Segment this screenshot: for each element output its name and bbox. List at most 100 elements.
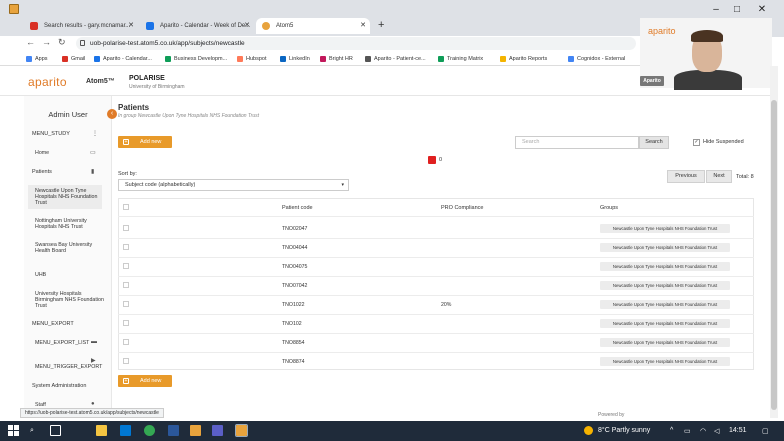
patient-code[interactable]: TNO1022 (282, 302, 305, 308)
app-window-icon[interactable] (190, 425, 201, 436)
bookmark-label: Aparito Reports (509, 56, 548, 62)
maximize-icon[interactable]: □ (727, 2, 747, 18)
wifi-icon[interactable]: ◠ (700, 427, 706, 435)
row-checkbox[interactable] (123, 225, 129, 231)
bookmark-item[interactable]: Business Developm... (165, 54, 227, 64)
file-explorer-icon[interactable] (96, 425, 107, 436)
sidebar-item-site-newcastle[interactable]: Newcastle Upon Tyne Hospitals NHS Founda… (28, 185, 102, 209)
collapse-sidebar-icon[interactable]: ‹ (107, 109, 117, 119)
back-icon[interactable]: ← (26, 37, 35, 47)
row-checkbox[interactable] (123, 320, 129, 326)
more-vertical-icon[interactable]: ⋮ (92, 130, 98, 137)
clock-time[interactable]: 14:51 (729, 427, 747, 434)
weather-text[interactable]: 8°C Partly sunny (598, 427, 650, 434)
bookmark-item[interactable]: Cognidox - External (568, 54, 625, 64)
add-new-button[interactable]: + Add new (118, 136, 172, 148)
active-app-icon[interactable] (235, 424, 248, 437)
tab-atom5[interactable]: Atom5 ✕ (256, 18, 370, 34)
windows-start-icon[interactable] (8, 425, 19, 436)
chrome-icon[interactable] (144, 425, 155, 436)
notifications-icon[interactable]: ▢ (762, 427, 769, 435)
sidebar-item-site-uhb-trust[interactable]: University Hospitals Birmingham NHS Foun… (35, 291, 105, 309)
select-all-checkbox[interactable] (123, 204, 129, 210)
column-header-groups[interactable]: Groups (600, 205, 618, 211)
bookmark-item[interactable]: Hubspot (237, 54, 267, 64)
bookmark-item[interactable]: Aparito - Patient-ce... (365, 54, 426, 64)
bookmark-icon (237, 56, 243, 62)
forward-icon[interactable]: → (42, 37, 51, 47)
sidebar-menu-study[interactable]: MENU_STUDY (32, 131, 70, 137)
column-header-pro-compliance[interactable]: PRO Compliance (441, 205, 484, 211)
patient-code[interactable]: TNO04075 (282, 264, 307, 270)
patient-code[interactable]: TNO8854 (282, 340, 305, 346)
person-hair (691, 30, 723, 42)
search-input[interactable]: Search (515, 136, 639, 149)
bookmark-label: Apps (35, 56, 48, 62)
row-checkbox[interactable] (123, 301, 129, 307)
row-checkbox[interactable] (123, 358, 129, 364)
sidebar-item-patients[interactable]: Patients (32, 169, 52, 175)
patient-code[interactable]: TNO8874 (282, 359, 305, 365)
row-divider (118, 314, 754, 315)
row-checkbox[interactable] (123, 263, 129, 269)
tray-chevron-icon[interactable]: ^ (670, 427, 673, 434)
sidebar-item-site-uhb[interactable]: UHB (35, 272, 105, 278)
patient-code[interactable]: TNO02047 (282, 226, 307, 232)
bookmark-item[interactable]: Aparito Reports (500, 54, 547, 64)
teams-icon[interactable] (212, 425, 223, 436)
search-icon[interactable]: ⌕ (30, 427, 34, 435)
bookmark-label: Bright HR (329, 56, 353, 62)
bookmark-item[interactable]: Aparito - Calendar... (94, 54, 152, 64)
search-button[interactable]: Search (639, 136, 669, 149)
word-icon[interactable] (168, 425, 179, 436)
group-badge: Newcastle Upon Tyne Hospitals NHS Founda… (600, 357, 730, 366)
bookmark-icon (438, 56, 444, 62)
patient-code[interactable]: TNO102 (282, 321, 302, 327)
patient-code[interactable]: TNO07042 (282, 283, 307, 289)
sidebar-item-site-swansea[interactable]: Swansea Bay University Health Board (35, 242, 105, 254)
sidebar-item-trigger-export[interactable]: MENU_TRIGGER_EXPORT (35, 364, 105, 370)
task-view-icon[interactable] (50, 425, 61, 436)
column-header-patient-code[interactable]: Patient code (282, 205, 313, 211)
add-new-button-bottom[interactable]: + Add new (118, 375, 172, 387)
bookmark-item[interactable]: Bright HR (320, 54, 353, 64)
previous-button[interactable]: Previous (667, 170, 705, 183)
minimize-icon[interactable]: – (706, 2, 726, 18)
outlook-icon[interactable] (120, 425, 131, 436)
bookmark-item[interactable]: Gmail (62, 54, 85, 64)
bookmark-item[interactable]: Apps (26, 54, 48, 64)
next-button[interactable]: Next (706, 170, 732, 183)
sidebar-item-site-nottingham[interactable]: Nottingham University Hospitals NHS Trus… (35, 218, 105, 230)
row-checkbox[interactable] (123, 282, 129, 288)
bookmark-icon (500, 56, 506, 62)
sidebar-menu-export[interactable]: MENU_EXPORT (32, 321, 74, 327)
bookmark-label: Training Matrix (447, 56, 484, 62)
scrollbar-thumb[interactable] (771, 100, 777, 410)
tab-title: Aparito - Calendar - Week of De... (160, 23, 251, 29)
hide-suspended-checkbox[interactable]: ✓ (693, 139, 700, 146)
row-checkbox[interactable] (123, 339, 129, 345)
close-window-icon[interactable]: ✕ (752, 2, 772, 18)
close-tab-icon[interactable]: ✕ (128, 18, 134, 34)
sidebar-system-admin[interactable]: System Administration (32, 383, 86, 389)
flag-icon[interactable] (428, 156, 436, 164)
aparito-badge[interactable]: Aparito (640, 76, 664, 86)
row-checkbox[interactable] (123, 244, 129, 250)
tab-calendar[interactable]: Aparito - Calendar - Week of De... ✕ (140, 18, 254, 34)
reload-icon[interactable]: ↻ (58, 37, 66, 48)
volume-icon[interactable]: ◁ (714, 427, 719, 435)
close-tab-icon[interactable]: ✕ (244, 18, 250, 34)
patient-code[interactable]: TNO04044 (282, 245, 307, 251)
sort-select[interactable]: Subject code (alphabetically) ▾ (118, 179, 349, 191)
bookmark-item[interactable]: Training Matrix (438, 54, 483, 64)
bookmark-label: LinkedIn (289, 56, 310, 62)
battery-icon[interactable]: ▭ (684, 427, 691, 435)
lock-icon[interactable] (80, 40, 85, 46)
group-badge: Newcastle Upon Tyne Hospitals NHS Founda… (600, 224, 730, 233)
close-tab-icon[interactable]: ✕ (360, 18, 366, 34)
address-bar[interactable]: uob-polarise-test.atom5.co.uk/app/subjec… (76, 37, 636, 50)
new-tab-icon[interactable]: + (378, 19, 384, 31)
bookmark-item[interactable]: LinkedIn (280, 54, 310, 64)
tab-gmail[interactable]: Search results - gary.mcnamar... ✕ (24, 18, 138, 34)
product-name: Atom5™ (86, 78, 115, 85)
